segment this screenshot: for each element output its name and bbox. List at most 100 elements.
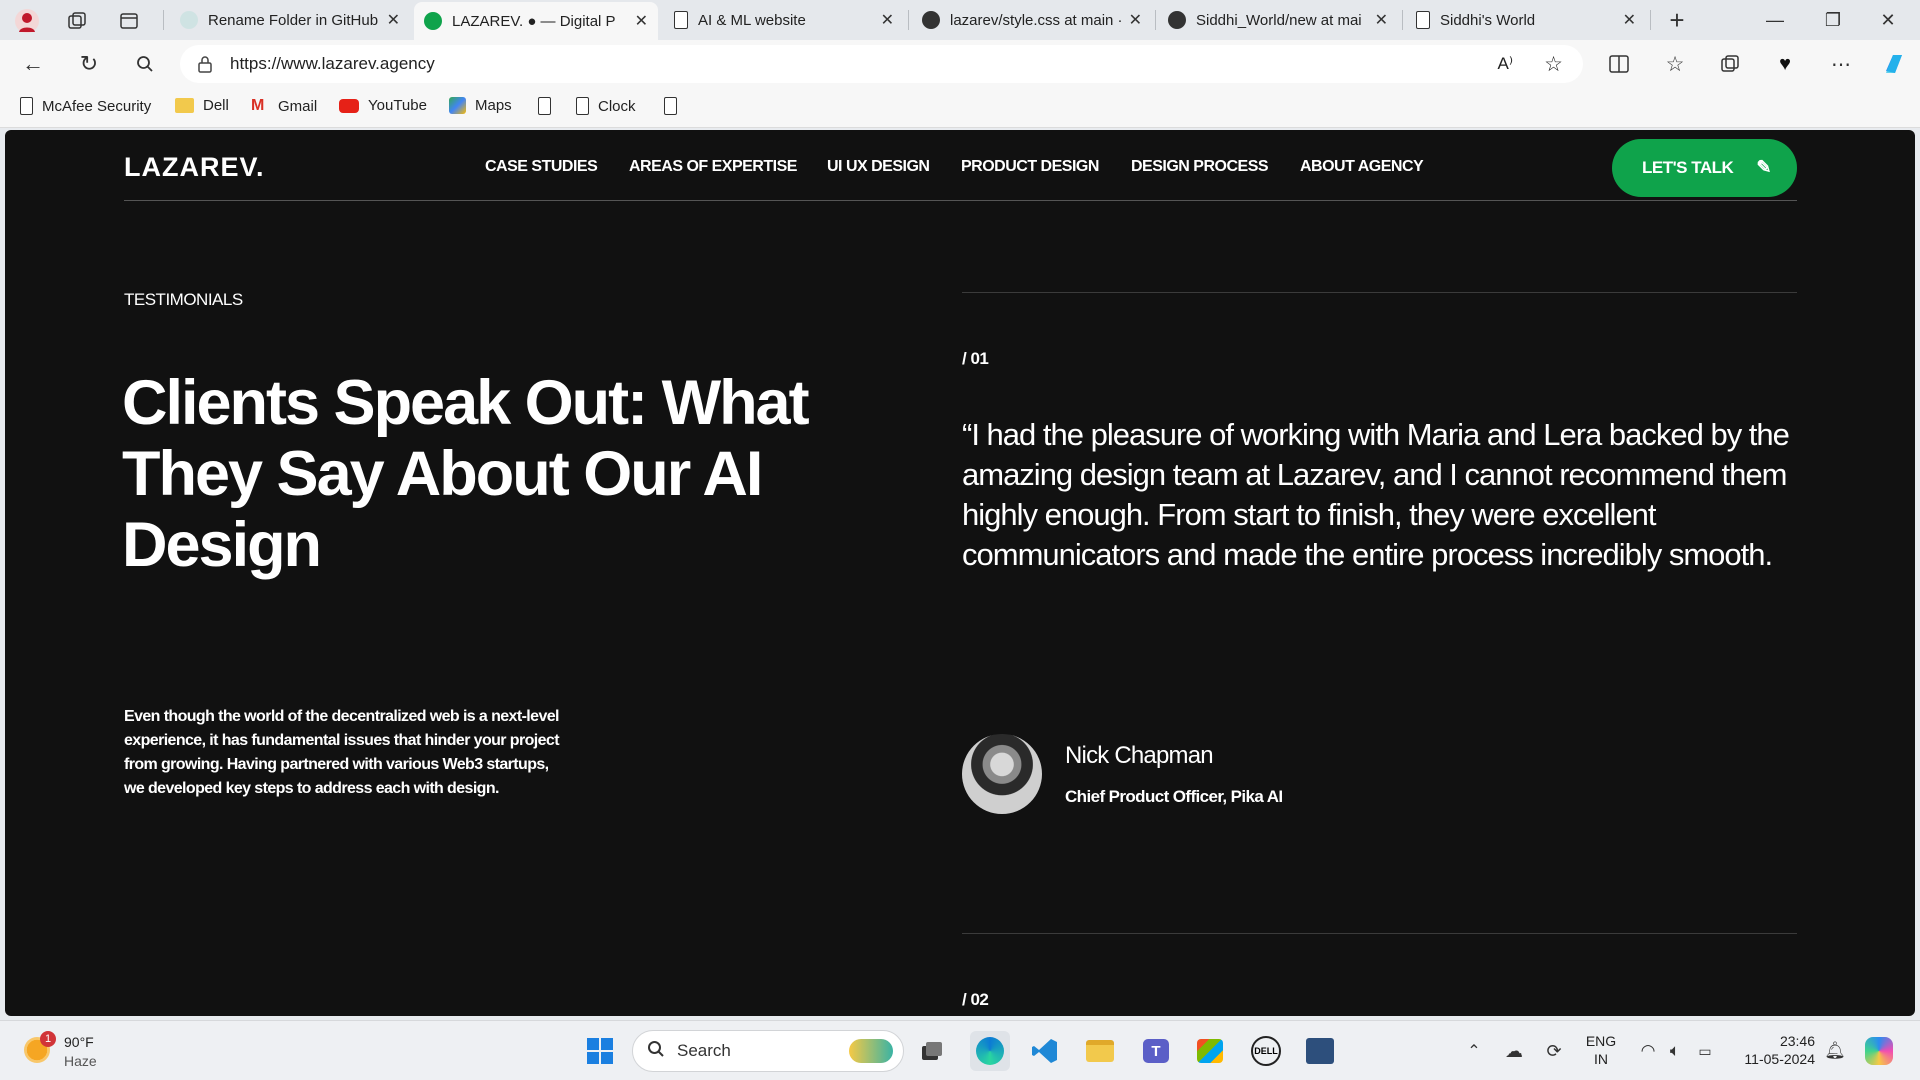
clock[interactable]: 23:46 11-05-2024 [1735,1032,1815,1068]
split-screen-icon[interactable] [1604,49,1634,79]
store-icon[interactable] [1190,1031,1230,1071]
lazarev-icon [424,12,442,30]
lets-talk-button[interactable]: LET'S TALK ✎ [1612,139,1797,197]
tab-lazarev-style[interactable]: lazarev/style.css at main · ✕ [912,4,1152,36]
testimonial-number: / 01 [962,349,989,368]
page-icon [20,97,33,115]
copilot-icon[interactable] [1878,48,1910,80]
chevron-up-icon[interactable]: ⌃ [1462,1039,1486,1063]
bookmark-page[interactable] [538,97,551,115]
bookmark-mcafee[interactable]: McAfee Security [20,97,151,115]
battery-icon[interactable]: ▭ [1692,1039,1718,1063]
weather-badge: 1 [40,1031,56,1047]
close-tab-icon[interactable]: ✕ [387,10,400,30]
search-icon[interactable] [130,49,160,79]
close-tab-icon[interactable]: ✕ [1129,10,1142,30]
task-view-icon[interactable] [912,1031,952,1071]
tab-actions-icon[interactable] [116,8,142,34]
page-icon [538,97,551,115]
address-toolbar: ← ↻ https://www.lazarev.agency A⁾ ☆ ☆ ♥ … [0,40,1920,88]
copilot-taskbar-icon[interactable] [1862,1035,1896,1067]
start-icon[interactable] [580,1031,620,1071]
notification-bell-icon[interactable]: 🔔︎ [1822,1039,1848,1063]
weather-temp: 90°F [64,1034,94,1050]
favorite-star-icon[interactable]: ☆ [1544,52,1563,77]
onedrive-icon[interactable]: ☁ [1500,1039,1528,1063]
vscode-icon[interactable] [1025,1031,1065,1071]
close-tab-icon[interactable]: ✕ [635,11,648,31]
bookmark-clock[interactable]: Clock [576,97,636,115]
doc-icon [674,11,688,29]
collections-icon[interactable] [1715,49,1745,79]
lock-icon[interactable] [198,55,214,73]
close-tab-icon[interactable]: ✕ [1623,10,1636,30]
bookmark-youtube[interactable]: YouTube [339,97,427,114]
edge-icon[interactable] [970,1031,1010,1071]
doc-icon [1416,11,1430,29]
weather-widget[interactable]: 1 90°F Haze [22,1031,112,1071]
teams-icon[interactable]: T [1136,1031,1176,1071]
refresh-icon[interactable]: ↻ [74,49,104,79]
app-icon[interactable] [1300,1031,1340,1071]
testimonial-quote: “I had the pleasure of working with Mari… [962,417,1790,572]
url-bar[interactable]: https://www.lazarev.agency A⁾ ☆ [180,45,1583,83]
nav-ui-ux-design[interactable]: UI UX DESIGN [827,158,930,176]
github-icon [1168,11,1186,29]
taskbar: 1 90°F Haze Search T DELL ⌃ ☁ ⟳ ENG IN ◠ … [0,1020,1920,1080]
read-aloud-icon[interactable]: A⁾ [1497,54,1513,74]
github-icon [922,11,940,29]
testimonial-divider [962,292,1797,293]
nav-about-agency[interactable]: ABOUT AGENCY [1300,158,1424,176]
bookmark-page[interactable] [664,97,677,115]
tab-siddhis-world[interactable]: Siddhi's World ✕ [1406,4,1646,36]
tab-rename-folder[interactable]: Rename Folder in GitHub ✕ [170,4,410,36]
minimize-icon[interactable]: — [1755,6,1795,34]
nav-case-studies[interactable]: CASE STUDIES [485,158,598,176]
wifi-icon[interactable]: ◠ [1635,1039,1661,1063]
new-tab-icon[interactable]: + [1660,5,1694,35]
close-tab-icon[interactable]: ✕ [881,10,894,30]
restore-icon[interactable]: ❐ [1813,6,1853,34]
tab-siddhi-world-new[interactable]: Siddhi_World/new at mai ✕ [1158,4,1398,36]
page-icon [664,97,677,115]
close-window-icon[interactable]: ✕ [1868,6,1908,34]
workspaces-icon[interactable] [64,8,90,34]
bookmark-maps[interactable]: Maps [449,97,512,114]
tab-ai-ml-website[interactable]: AI & ML website ✕ [664,4,904,36]
folder-icon [175,98,194,113]
browser-essentials-icon[interactable]: ♥ [1770,49,1800,79]
taskbar-search[interactable]: Search [632,1030,904,1072]
site-logo[interactable]: LAZAREV. [124,152,265,183]
weather-desc: Haze [64,1053,97,1069]
volume-icon[interactable]: 🔈︎ [1662,1039,1688,1063]
favorites-icon[interactable]: ☆ [1660,49,1690,79]
testimonial-role: Chief Product Officer, Pika AI [1065,787,1283,806]
input-language[interactable]: ENG IN [1585,1032,1617,1068]
nav-design-process[interactable]: DESIGN PROCESS [1131,158,1269,176]
gmail-icon: M [251,97,265,114]
section-description: Even though the world of the decentraliz… [124,708,560,797]
nav-areas-of-expertise[interactable]: AREAS OF EXPERTISE [629,158,797,176]
maps-icon [449,97,466,114]
tab-lazarev[interactable]: LAZAREV. ● — Digital P ✕ [414,2,658,40]
testimonial-divider [962,933,1797,934]
section-headline: Clients Speak Out: What They Say About O… [122,368,810,580]
close-tab-icon[interactable]: ✕ [1375,10,1388,30]
testimonial-number: / 02 [962,990,989,1009]
back-icon[interactable]: ← [18,49,48,79]
url-text[interactable]: https://www.lazarev.agency [230,54,435,74]
search-highlight-icon [849,1039,893,1063]
sync-icon[interactable]: ⟳ [1540,1039,1568,1063]
page-icon [576,97,589,115]
more-options-icon[interactable]: ⋯ [1826,49,1856,79]
bookmark-dell[interactable]: Dell [175,97,229,114]
header-divider [124,200,1797,201]
testimonial-author: Nick Chapman [1065,742,1214,769]
avatar [962,734,1042,814]
bookmark-gmail[interactable]: M Gmail [251,97,317,115]
nav-product-design[interactable]: PRODUCT DESIGN [961,158,1099,176]
youtube-icon [339,98,359,113]
dell-icon[interactable]: DELL [1246,1031,1286,1071]
profile-avatar-icon[interactable] [12,6,42,36]
file-explorer-icon[interactable] [1080,1031,1120,1071]
